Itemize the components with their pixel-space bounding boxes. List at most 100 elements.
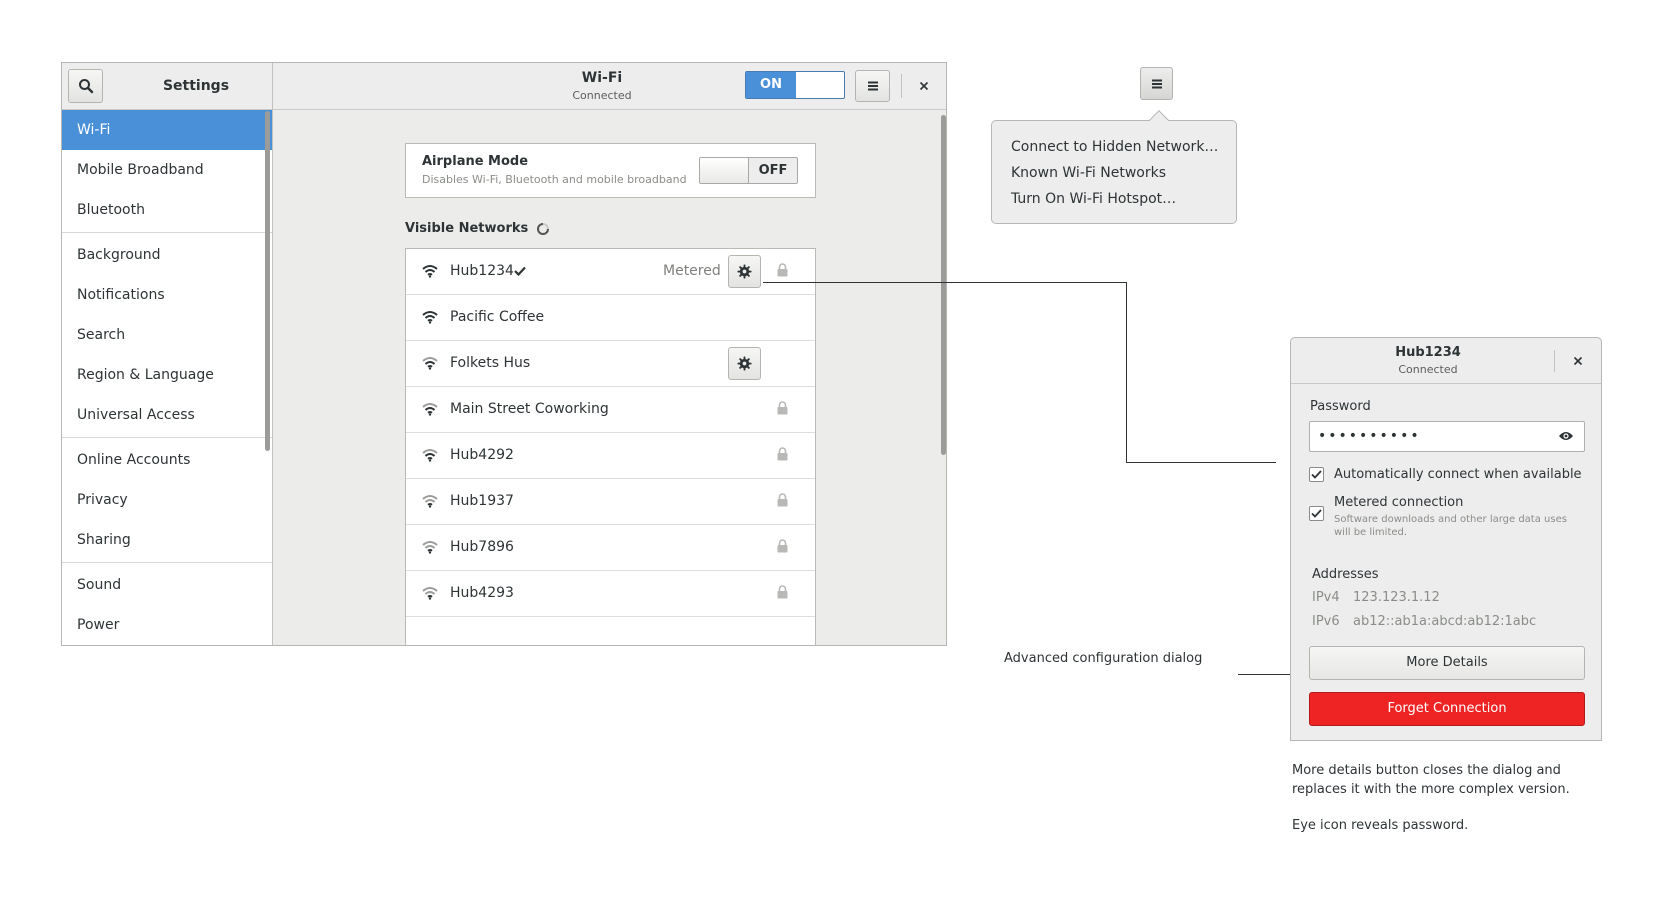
- sidebar-item-mobile-broadband[interactable]: Mobile Broadband: [62, 150, 272, 190]
- checkmark-icon: [1311, 470, 1322, 479]
- ipv6-value: ab12::ab1a:abcd:ab12:1abc: [1353, 614, 1537, 629]
- sidebar-item-power[interactable]: Power: [62, 605, 272, 645]
- close-button[interactable]: [913, 75, 935, 97]
- search-button[interactable]: [68, 69, 103, 103]
- wifi-signal-icon: [422, 311, 438, 324]
- ipv6-label: IPv6: [1312, 614, 1340, 629]
- metered-label: Metered: [663, 263, 721, 279]
- annotation-eye-icon: Eye icon reveals password.: [1292, 818, 1469, 833]
- more-details-button[interactable]: More Details: [1309, 646, 1585, 680]
- checkmark-icon: [1311, 509, 1322, 518]
- sidebar-item-universal-access[interactable]: Universal Access: [62, 395, 272, 435]
- network-name: Hub4292: [450, 447, 514, 463]
- ipv4-label: IPv4: [1312, 590, 1340, 605]
- wifi-signal-icon: [422, 587, 438, 600]
- network-row-hub4292[interactable]: Hub4292: [406, 433, 815, 479]
- password-field[interactable]: ••••••••••: [1309, 421, 1585, 452]
- metered-checkbox[interactable]: [1309, 506, 1324, 521]
- lock-icon: [777, 447, 788, 461]
- sidebar-divider: [62, 562, 272, 563]
- metered-label: Metered connection: [1334, 495, 1464, 510]
- dialog-close-button[interactable]: [1567, 350, 1589, 372]
- wifi-toggle-label: ON: [746, 72, 796, 98]
- connector-line: [1126, 462, 1276, 463]
- airplane-mode-row: Airplane Mode Disables Wi-Fi, Bluetooth …: [405, 143, 816, 198]
- network-name: Hub4293: [450, 585, 514, 601]
- network-name: Folkets Hus: [450, 355, 531, 371]
- menu-item-connect-hidden[interactable]: Connect to Hidden Network…: [1011, 139, 1218, 155]
- auto-connect-label: Automatically connect when available: [1334, 467, 1582, 482]
- eye-icon[interactable]: [1558, 430, 1574, 442]
- menu-item-wifi-hotspot[interactable]: Turn On Wi-Fi Hotspot…: [1011, 191, 1176, 207]
- wifi-signal-icon: [422, 495, 438, 508]
- airplane-toggle-knob: [700, 158, 749, 183]
- lock-icon: [777, 401, 788, 415]
- sidebar-divider: [62, 437, 272, 438]
- sidebar-item-online-accounts[interactable]: Online Accounts: [62, 440, 272, 480]
- content-header: Wi-Fi Connected ON: [273, 63, 946, 110]
- menu-item-known-networks[interactable]: Known Wi-Fi Networks: [1011, 165, 1166, 181]
- sidebar-item-region-language[interactable]: Region & Language: [62, 355, 272, 395]
- popover-menu-button[interactable]: [1140, 67, 1173, 100]
- gear-icon: [737, 356, 752, 371]
- sidebar-item-sharing[interactable]: Sharing: [62, 520, 272, 560]
- network-row-folkets-hus[interactable]: Folkets Hus: [406, 341, 815, 387]
- close-icon: [919, 81, 929, 91]
- sidebar-scrollbar[interactable]: [265, 111, 270, 451]
- sidebar-item-sound[interactable]: Sound: [62, 565, 272, 605]
- network-settings-button[interactable]: [728, 255, 761, 288]
- network-row-hub7896[interactable]: Hub7896: [406, 525, 815, 571]
- sidebar-item-search[interactable]: Search: [62, 315, 272, 355]
- forget-connection-button[interactable]: Forget Connection: [1309, 692, 1585, 726]
- wifi-options-popover: Connect to Hidden Network… Known Wi-Fi N…: [991, 110, 1237, 224]
- hamburger-icon: [1151, 79, 1162, 88]
- network-details-dialog: Hub1234 Connected Password •••••••••• Au…: [1290, 337, 1602, 741]
- dialog-title: Hub1234: [1395, 345, 1461, 360]
- sidebar-item-wifi[interactable]: Wi-Fi: [62, 110, 272, 150]
- sidebar-divider: [62, 232, 272, 233]
- sidebar-header: Settings: [62, 63, 272, 110]
- network-list: Hub1234 Metered Pacific Coffee Folkets H…: [405, 248, 816, 645]
- airplane-toggle-label: OFF: [758, 163, 788, 178]
- airplane-mode-title: Airplane Mode: [422, 154, 529, 169]
- close-icon: [1573, 356, 1583, 366]
- network-row-main-street-coworking[interactable]: Main Street Coworking: [406, 387, 815, 433]
- dialog-subtitle: Connected: [1398, 363, 1458, 376]
- sidebar-list: Wi-Fi Mobile Broadband Bluetooth Backgro…: [62, 110, 272, 645]
- hamburger-icon: [867, 81, 878, 91]
- annotation-advanced-dialog: Advanced configuration dialog: [1004, 651, 1203, 666]
- sidebar-title: Settings: [162, 78, 230, 94]
- connector-line: [763, 282, 1127, 283]
- password-label: Password: [1310, 399, 1371, 414]
- airplane-mode-subtitle: Disables Wi-Fi, Bluetooth and mobile bro…: [422, 173, 687, 186]
- network-row-hub4293[interactable]: Hub4293: [406, 571, 815, 617]
- network-row-hub1937[interactable]: Hub1937: [406, 479, 815, 525]
- sidebar-item-bluetooth[interactable]: Bluetooth: [62, 190, 272, 230]
- sidebar-item-notifications[interactable]: Notifications: [62, 275, 272, 315]
- auto-connect-checkbox[interactable]: [1309, 467, 1324, 482]
- sidebar-item-privacy[interactable]: Privacy: [62, 480, 272, 520]
- wifi-signal-icon: [422, 541, 438, 554]
- wifi-panel: Airplane Mode Disables Wi-Fi, Bluetooth …: [273, 111, 946, 645]
- gear-icon: [737, 264, 752, 279]
- network-row-hub1234[interactable]: Hub1234 Metered: [406, 249, 815, 295]
- menu-button[interactable]: [855, 70, 890, 102]
- airplane-mode-toggle[interactable]: OFF: [699, 157, 798, 184]
- wifi-signal-icon: [422, 449, 438, 462]
- network-name: Pacific Coffee: [450, 309, 545, 325]
- addresses-heading: Addresses: [1312, 567, 1379, 582]
- sidebar: Settings Wi-Fi Mobile Broadband Bluetoot…: [62, 63, 273, 645]
- network-row-pacific-coffee[interactable]: Pacific Coffee: [406, 295, 815, 341]
- lock-icon: [777, 493, 788, 507]
- dialog-header-separator: [1554, 350, 1555, 372]
- lock-icon: [777, 585, 788, 599]
- wifi-signal-icon: [422, 357, 438, 370]
- network-settings-button[interactable]: [728, 347, 761, 380]
- wifi-toggle[interactable]: ON: [745, 71, 845, 99]
- search-icon: [78, 79, 93, 94]
- content-scrollbar[interactable]: [941, 115, 946, 455]
- password-value: ••••••••••: [1318, 428, 1421, 444]
- visible-networks-title: Visible Networks: [405, 221, 529, 236]
- sidebar-item-background[interactable]: Background: [62, 235, 272, 275]
- network-name: Hub7896: [450, 539, 514, 555]
